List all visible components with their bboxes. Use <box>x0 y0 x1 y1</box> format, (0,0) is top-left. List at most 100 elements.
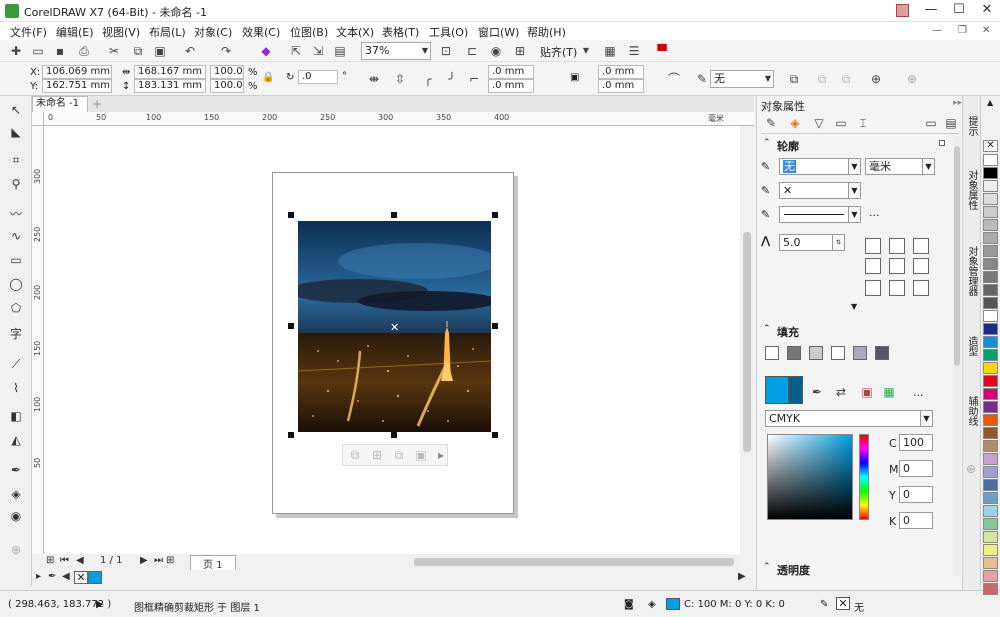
fill-tab-icon[interactable]: ◈ <box>787 115 803 131</box>
docker-scrollbar[interactable] <box>953 136 961 576</box>
menu-object[interactable]: 对象(C) <box>194 24 232 40</box>
selection-handle[interactable] <box>288 323 294 329</box>
palette-swatch[interactable] <box>983 401 998 413</box>
magenta-input[interactable]: 0 <box>899 460 933 477</box>
menu-help[interactable]: 帮助(H) <box>527 24 566 40</box>
menu-file[interactable]: 文件(F) <box>10 24 47 40</box>
vertical-scrollbar[interactable] <box>740 126 754 554</box>
redo-icon[interactable]: ↷ <box>218 43 234 59</box>
selection-handle[interactable] <box>288 212 294 218</box>
tab-hints[interactable]: 提示 <box>965 116 979 136</box>
palette-swatch[interactable] <box>983 297 998 309</box>
ruler-origin[interactable] <box>32 112 44 126</box>
miter-limit-input[interactable]: 5.0 ⇅ <box>779 234 845 251</box>
freehand-tool-icon[interactable]: 〰 <box>8 206 24 222</box>
corner-round-icon[interactable] <box>889 238 905 254</box>
corner-bottom-left-input[interactable]: .0 mm <box>488 79 534 93</box>
position-outside-icon[interactable] <box>865 280 881 296</box>
launch-icon[interactable]: ◆ <box>258 43 274 59</box>
uniform-fill-icon[interactable] <box>787 346 801 360</box>
palette-swatch[interactable] <box>983 414 998 426</box>
fill-section-toggle-icon[interactable]: ⌃ <box>763 324 771 334</box>
text-frame-tab-icon[interactable]: ⌶ <box>855 115 871 131</box>
palette-swatch[interactable] <box>983 583 998 595</box>
outline-width-combo[interactable]: 无 ▼ <box>710 70 774 88</box>
palette-swatch[interactable] <box>983 440 998 452</box>
eyedropper-tool-icon[interactable]: ✒ <box>8 462 24 478</box>
extract-contents-icon[interactable]: ⧉ <box>391 447 407 463</box>
zoom-level-combo[interactable]: 37% ▼ <box>361 42 431 60</box>
eyedropper-icon[interactable]: ✒ <box>809 384 825 400</box>
line-style-combo[interactable]: ▼ <box>779 206 861 223</box>
eyedropper-icon[interactable]: ✒ <box>48 571 56 582</box>
smart-fill-icon[interactable]: ◉ <box>8 508 24 524</box>
postscript-fill-icon[interactable] <box>875 346 889 360</box>
select-contents-icon[interactable]: ⊞ <box>369 447 385 463</box>
x-position-input[interactable]: 106.069 mm <box>42 65 112 79</box>
transparency-section-toggle-icon[interactable]: ⌃ <box>763 562 771 572</box>
corner-bottom-right-input[interactable]: .0 mm <box>598 79 644 93</box>
horizontal-scrollbar[interactable] <box>414 556 740 568</box>
corner-round-icon[interactable]: ╭ <box>420 71 436 87</box>
docker-scroll-thumb[interactable] <box>954 146 960 366</box>
palette-swatch[interactable] <box>983 219 998 231</box>
scale-corners-icon[interactable]: ⌒ <box>666 71 682 87</box>
pattern-fill-icon[interactable] <box>831 346 845 360</box>
text-tool-icon[interactable]: 字 <box>8 326 24 342</box>
selection-handle[interactable] <box>288 432 294 438</box>
menu-edit[interactable]: 编辑(E) <box>56 24 94 40</box>
add-icon[interactable]: ⊕ <box>904 71 920 87</box>
copy-icon[interactable]: ⧉ <box>130 43 146 59</box>
no-color-swatch[interactable]: ✕ <box>983 140 998 152</box>
lock-ratio-icon[interactable]: 🔒 <box>262 72 274 83</box>
menu-bitmaps[interactable]: 位图(B) <box>290 24 328 40</box>
palette-swatch[interactable] <box>983 154 998 166</box>
user-icon[interactable] <box>896 4 909 17</box>
palette-scroll-left-icon[interactable]: ◀ <box>62 571 70 582</box>
pick-tool-icon[interactable]: ↖ <box>8 102 24 118</box>
drawing-canvas[interactable]: ✕ ⧉ ⊞ ⧉ ▣ ▸ <box>44 126 740 554</box>
prev-page-icon[interactable]: ◀ <box>76 555 84 566</box>
object-width-input[interactable]: 168.167 mm <box>134 65 206 79</box>
cap-round-icon[interactable] <box>889 258 905 274</box>
scale-width-input[interactable]: 100.0 <box>210 65 244 79</box>
palette-swatch[interactable] <box>983 427 998 439</box>
section-pin-icon[interactable] <box>939 140 945 146</box>
outline-unit-combo[interactable]: 毫米 ▼ <box>865 158 935 175</box>
maximize-button[interactable]: ☐ <box>946 1 972 19</box>
palette-menu-icon[interactable]: ▸ <box>36 571 41 582</box>
palette-swatch[interactable] <box>983 453 998 465</box>
rotation-center-icon[interactable]: ✕ <box>390 321 399 334</box>
corner-bevel-icon[interactable] <box>913 238 929 254</box>
ellipse-tool-icon[interactable]: ◯ <box>8 276 24 292</box>
selection-handle[interactable] <box>492 323 498 329</box>
palette-swatch[interactable] <box>983 492 998 504</box>
mirror-horizontal-icon[interactable]: ⇼ <box>366 71 382 87</box>
rulers-icon[interactable]: ⊏ <box>464 43 480 59</box>
palette-swatch[interactable] <box>983 232 998 244</box>
palette-swatch[interactable] <box>983 544 998 556</box>
fill-color-swatch[interactable] <box>666 598 680 610</box>
corner-miter-icon[interactable] <box>865 238 881 254</box>
crop-tool-icon[interactable]: ⌗ <box>8 152 24 168</box>
print-icon[interactable]: ⎙ <box>76 43 92 59</box>
add-page-icon[interactable]: ⊞ <box>46 555 54 566</box>
cap-butt-icon[interactable] <box>865 258 881 274</box>
palette-swatch[interactable] <box>983 362 998 374</box>
outline-section-toggle-icon[interactable]: ⌃ <box>763 138 771 148</box>
corner-top-right-input[interactable]: .0 mm <box>598 65 644 79</box>
selection-handle[interactable] <box>391 432 397 438</box>
settings-icon[interactable]: ☰ <box>626 43 642 59</box>
new-icon[interactable]: ✚ <box>8 43 24 59</box>
color-picker-field[interactable] <box>767 434 853 520</box>
ungroup-icon[interactable]: ⧉ <box>838 71 854 87</box>
palette-swatch[interactable] <box>983 310 998 322</box>
fountain-fill-icon[interactable] <box>809 346 823 360</box>
palette-swatch[interactable] <box>983 505 998 517</box>
add-docker-icon[interactable]: ⊕ <box>966 462 976 476</box>
last-page-icon[interactable]: ⏭ <box>154 555 163 566</box>
vertical-ruler[interactable]: 300 250 200 150 100 50 <box>32 126 44 554</box>
undo-icon[interactable]: ↶ <box>182 43 198 59</box>
palette-swatch[interactable] <box>983 388 998 400</box>
convert-to-curves-icon[interactable]: ⊕ <box>868 71 884 87</box>
